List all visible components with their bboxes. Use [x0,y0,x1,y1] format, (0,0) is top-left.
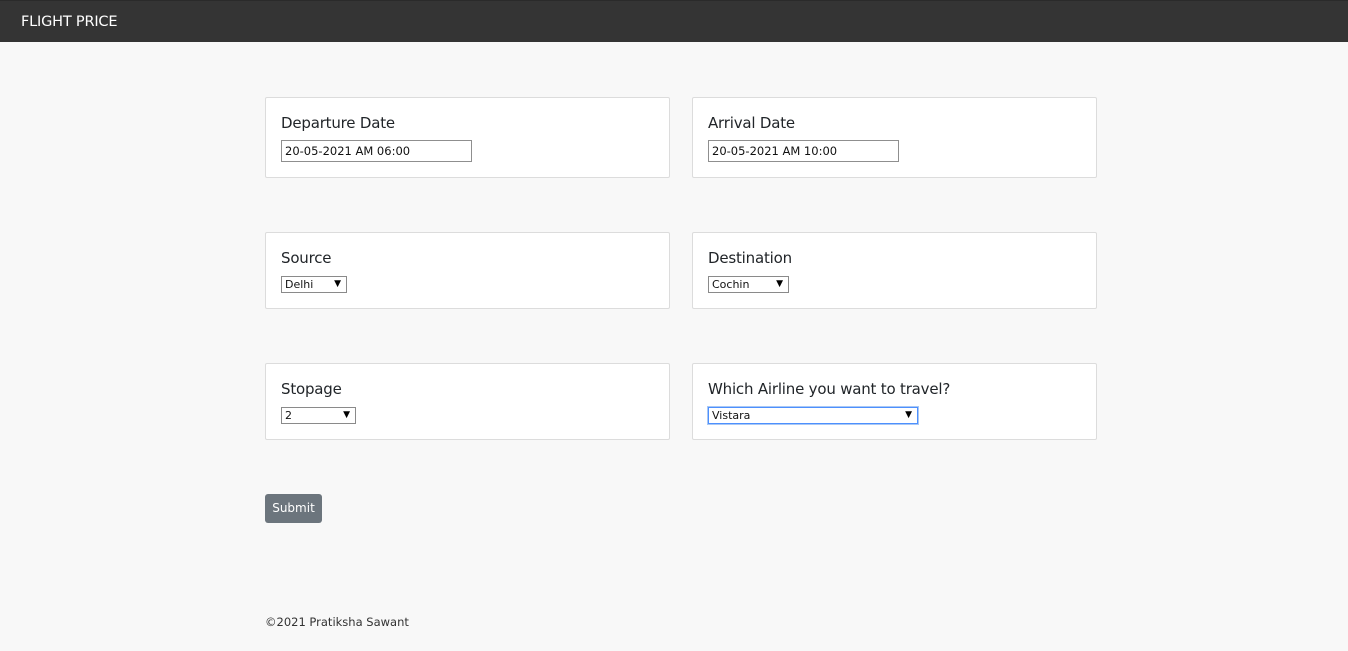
stopage-selected-value: 2 [285,409,292,422]
airline-card: Which Airline you want to travel? Vistar… [692,363,1097,440]
stopage-select[interactable]: 2 ▼ [281,407,356,424]
airline-label: Which Airline you want to travel? [708,380,951,398]
brand-title[interactable]: FLIGHT PRICE [21,14,117,30]
arrival-label: Arrival Date [708,114,795,132]
destination-card: Destination Cochin ▼ [692,232,1097,309]
source-card: Source Delhi ▼ [265,232,670,309]
airline-select[interactable]: Vistara ▼ [708,407,918,424]
destination-select[interactable]: Cochin ▼ [708,276,789,293]
destination-label: Destination [708,249,792,267]
arrival-card: Arrival Date 20-05-2021 AM 10:00 [692,97,1097,178]
navbar: FLIGHT PRICE [0,0,1348,42]
airline-selected-value: Vistara [712,409,751,422]
stopage-label: Stopage [281,380,342,398]
triangle-down-icon: ▼ [776,279,783,289]
submit-button[interactable]: Submit [265,494,322,523]
source-label: Source [281,249,332,267]
destination-selected-value: Cochin [712,278,750,291]
footer-copyright: ©2021 Pratiksha Sawant [265,615,409,629]
departure-card: Departure Date 20-05-2021 AM 06:00 [265,97,670,178]
stopage-card: Stopage 2 ▼ [265,363,670,440]
arrival-date-input[interactable]: 20-05-2021 AM 10:00 [708,140,899,162]
triangle-down-icon: ▼ [905,410,912,420]
source-select[interactable]: Delhi ▼ [281,276,347,293]
departure-label: Departure Date [281,114,395,132]
triangle-down-icon: ▼ [334,279,341,289]
source-selected-value: Delhi [285,278,314,291]
triangle-down-icon: ▼ [343,410,350,420]
departure-date-input[interactable]: 20-05-2021 AM 06:00 [281,140,472,162]
